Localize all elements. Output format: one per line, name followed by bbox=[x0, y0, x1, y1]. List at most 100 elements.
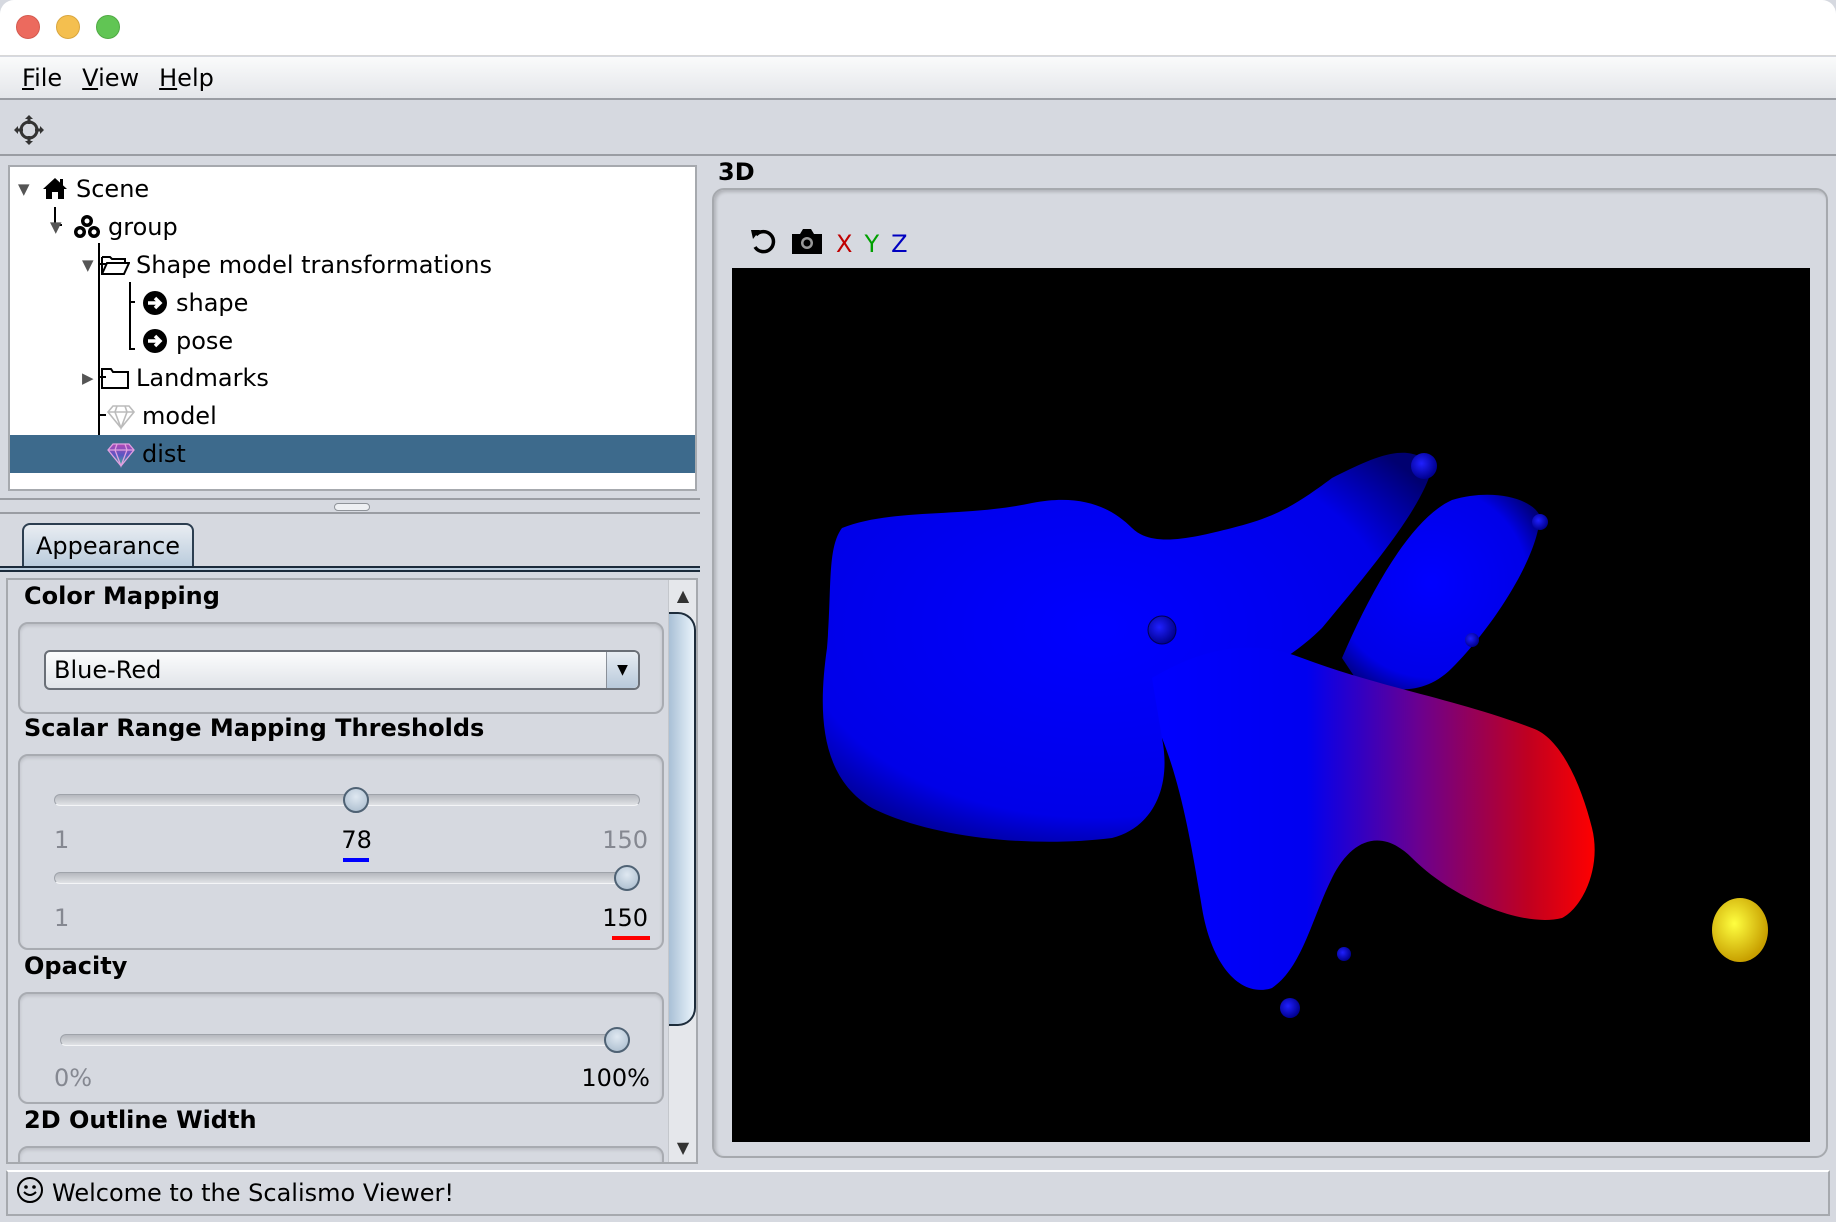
tree-node-shape-model-transformations[interactable]: ▼ Shape model transformations bbox=[82, 246, 492, 284]
color-mapping-value: Blue-Red bbox=[54, 656, 162, 684]
upper-threshold-slider-thumb[interactable] bbox=[614, 865, 640, 891]
menu-view-label: iew bbox=[98, 63, 140, 92]
upper-slider-value: 150 bbox=[602, 904, 648, 932]
scrollbar-thumb[interactable] bbox=[669, 612, 696, 1026]
tree-node-model[interactable]: model bbox=[106, 397, 217, 435]
chevron-down-icon[interactable]: ▼ bbox=[606, 652, 638, 688]
scroll-down-icon[interactable]: ▼ bbox=[669, 1132, 696, 1162]
app-window: File View Help ▼ Scene ▼ group ▼ Shape m… bbox=[0, 0, 1836, 1222]
expand-toggle-icon[interactable]: ▼ bbox=[50, 218, 72, 236]
gem-color-icon bbox=[106, 439, 136, 469]
opacity-slider-track[interactable] bbox=[60, 1034, 630, 1046]
menu-file-mnemonic: F bbox=[22, 63, 35, 92]
color-mapping-select[interactable]: Blue-Red ▼ bbox=[44, 650, 640, 690]
lower-slider-value: 78 bbox=[341, 826, 372, 854]
upper-threshold-slider-track[interactable] bbox=[54, 872, 640, 884]
menu-view-mnemonic: V bbox=[82, 63, 99, 92]
expand-toggle-icon[interactable]: ▼ bbox=[82, 256, 100, 274]
status-message: Welcome to the Scalismo Viewer! bbox=[52, 1179, 455, 1207]
mesh-spinous-process bbox=[1152, 647, 1595, 990]
minimize-window-button[interactable] bbox=[56, 15, 80, 39]
mesh-knob bbox=[1532, 514, 1548, 530]
menu-file[interactable]: File bbox=[20, 64, 64, 92]
render-canvas[interactable] bbox=[732, 268, 1810, 1142]
tree-node-label: model bbox=[142, 402, 217, 430]
upper-value-underline bbox=[612, 936, 650, 940]
camera-icon[interactable] bbox=[790, 226, 824, 262]
menu-file-label: ile bbox=[34, 63, 63, 92]
opacity-title: Opacity bbox=[24, 952, 128, 980]
appearance-panel[interactable]: Color Mapping Blue-Red ▼ Scalar Range Ma… bbox=[6, 578, 698, 1164]
tree-connector bbox=[98, 414, 106, 416]
color-mapping-box: Blue-Red ▼ bbox=[18, 622, 664, 714]
opacity-min-label: 0% bbox=[54, 1064, 93, 1092]
expand-toggle-icon[interactable]: ▼ bbox=[18, 180, 40, 198]
upper-slider-min: 1 bbox=[54, 904, 70, 932]
properties-scrollbar[interactable]: ▲ ▼ bbox=[668, 580, 696, 1162]
scroll-up-icon[interactable]: ▲ bbox=[669, 580, 696, 610]
lower-threshold-slider-thumb[interactable] bbox=[343, 787, 370, 813]
viewer-3d-title: 3D bbox=[718, 158, 755, 186]
tree-node-pose[interactable]: pose bbox=[140, 322, 233, 360]
crosshair-icon[interactable] bbox=[14, 115, 44, 145]
color-mapping-title: Color Mapping bbox=[24, 582, 220, 610]
tree-node-group[interactable]: ▼ group bbox=[50, 208, 178, 246]
lower-slider-min: 1 bbox=[54, 826, 70, 854]
mesh-knob bbox=[1147, 615, 1177, 645]
viewer-3d-toolbar: X Y Z bbox=[748, 226, 908, 262]
axis-z-button[interactable]: Z bbox=[891, 230, 907, 258]
landmark-sphere bbox=[1712, 898, 1768, 962]
menu-help-label: elp bbox=[177, 63, 214, 92]
scene-tree[interactable]: ▼ Scene ▼ group ▼ Shape model transforma… bbox=[8, 165, 697, 491]
lower-value-underline bbox=[343, 858, 370, 862]
tree-connector bbox=[129, 301, 135, 303]
menu-bar: File View Help bbox=[0, 57, 1836, 100]
mesh-knob bbox=[1337, 947, 1351, 961]
gem-icon bbox=[106, 401, 136, 431]
menu-help[interactable]: Help bbox=[157, 64, 216, 92]
axis-x-button[interactable]: X bbox=[836, 230, 852, 258]
toolbar bbox=[0, 101, 1836, 156]
title-bar bbox=[0, 0, 1836, 56]
status-bar: Welcome to the Scalismo Viewer! bbox=[6, 1170, 1830, 1216]
group-icon bbox=[72, 212, 102, 242]
close-window-button[interactable] bbox=[16, 15, 40, 39]
maximize-window-button[interactable] bbox=[96, 15, 120, 39]
tree-node-shape[interactable]: shape bbox=[140, 284, 248, 322]
opacity-max-label: 100% bbox=[581, 1064, 650, 1092]
opacity-slider-thumb[interactable] bbox=[604, 1027, 630, 1053]
folder-icon bbox=[100, 363, 130, 393]
home-icon bbox=[40, 174, 70, 204]
tree-node-dist[interactable]: dist bbox=[10, 435, 695, 473]
tree-connector bbox=[129, 348, 135, 350]
outline-width-title: 2D Outline Width bbox=[24, 1106, 257, 1134]
tree-node-scene[interactable]: ▼ Scene bbox=[18, 170, 149, 208]
tree-node-label: Landmarks bbox=[136, 364, 269, 392]
properties-tabs: Appearance bbox=[0, 520, 700, 572]
smiley-icon bbox=[16, 1176, 44, 1210]
expand-toggle-icon[interactable]: ▶ bbox=[82, 369, 100, 387]
menu-view[interactable]: View bbox=[80, 64, 141, 92]
divider-grip-icon[interactable] bbox=[334, 503, 370, 511]
menu-help-mnemonic: H bbox=[159, 63, 178, 92]
arrow-circle-icon bbox=[140, 326, 170, 356]
split-pane-divider[interactable] bbox=[0, 498, 700, 514]
mesh-knob bbox=[1465, 633, 1479, 647]
tree-node-landmarks[interactable]: ▶ Landmarks bbox=[82, 359, 269, 397]
opacity-box: 0% 100% bbox=[18, 992, 664, 1104]
rendered-mesh bbox=[822, 452, 1768, 1018]
outline-width-box bbox=[18, 1146, 664, 1162]
scalar-range-box: 1 78 150 1 150 bbox=[18, 754, 664, 950]
tree-node-label: dist bbox=[142, 440, 186, 468]
axis-y-button[interactable]: Y bbox=[864, 230, 879, 258]
viewer-3d-panel: X Y Z bbox=[712, 188, 1828, 1158]
lower-slider-max: 150 bbox=[602, 826, 648, 854]
reset-view-icon[interactable] bbox=[748, 226, 778, 262]
tab-appearance-label: Appearance bbox=[35, 532, 181, 560]
tree-node-label: group bbox=[108, 213, 178, 241]
arrow-circle-icon bbox=[140, 288, 170, 318]
mesh-knob bbox=[1411, 453, 1437, 479]
tab-appearance[interactable]: Appearance bbox=[22, 523, 194, 567]
tree-connector bbox=[129, 282, 131, 349]
folder-open-icon bbox=[100, 250, 131, 280]
